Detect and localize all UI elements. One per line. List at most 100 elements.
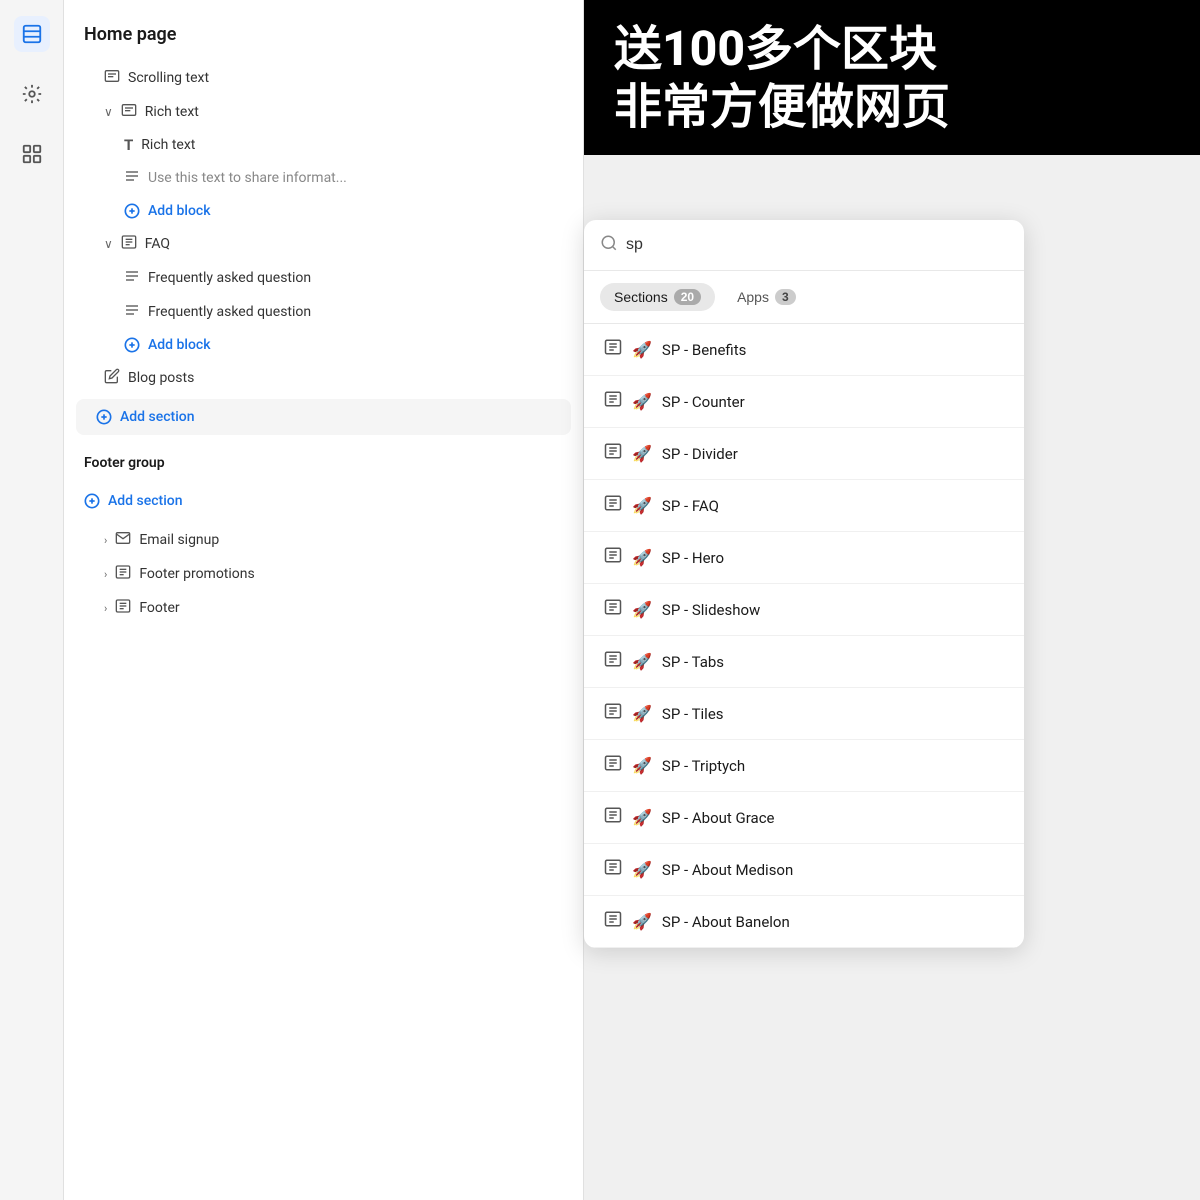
result-section-icon [604,494,622,517]
tab-apps[interactable]: Apps 3 [723,283,810,311]
add-section-home-btn[interactable]: Add section [76,399,571,435]
banner-overlay: 送100多个区块 非常方便做网页 [584,0,1200,155]
results-list: 🚀 SP - Benefits 🚀 SP - Counter 🚀 SP - Di… [584,324,1024,948]
rich-text-t-icon: T [124,136,133,154]
result-section-icon [604,858,622,881]
result-label: SP - About Banelon [662,913,790,931]
result-emoji: 🚀 [632,808,652,827]
result-label: SP - About Grace [662,809,775,827]
add-block-rich-btn[interactable]: Add block [64,195,583,227]
blog-posts-icon [104,368,120,388]
tree-item-email-signup[interactable]: › Email signup [64,523,583,557]
result-item[interactable]: 🚀 SP - About Medison [584,844,1024,896]
tree-item-blog-posts[interactable]: Blog posts [64,361,583,395]
tab-sections-badge: 20 [674,289,701,305]
tab-apps-badge: 3 [775,289,796,305]
result-section-icon [604,442,622,465]
result-emoji: 🚀 [632,444,652,463]
banner-line1: 送100多个区块 [614,20,1170,78]
footer-promotions-label: Footer promotions [139,566,254,582]
scrolling-text-icon [104,68,120,88]
result-section-icon [604,754,622,777]
result-emoji: 🚀 [632,860,652,879]
faq-chevron: ∨ [104,237,113,251]
result-section-icon [604,390,622,413]
faq-parent-icon [121,234,137,254]
tree-item-faq-q2[interactable]: Frequently asked question [64,295,583,329]
result-item[interactable]: 🚀 SP - Tabs [584,636,1024,688]
result-item[interactable]: 🚀 SP - Slideshow [584,584,1024,636]
result-label: SP - Tiles [662,705,724,723]
faq-q1-label: Frequently asked question [148,270,311,286]
add-block-faq-btn[interactable]: Add block [64,329,583,361]
rich-text-parent-label: Rich text [145,104,199,120]
result-section-icon [604,598,622,621]
page-title: Home page [64,16,583,61]
result-item[interactable]: 🚀 SP - Counter [584,376,1024,428]
email-signup-icon [115,530,131,550]
result-label: SP - About Medison [662,861,793,879]
footer-label: Footer [139,600,179,616]
search-input[interactable] [626,236,1008,254]
result-emoji: 🚀 [632,652,652,671]
result-item[interactable]: 🚀 SP - About Banelon [584,896,1024,948]
email-signup-chevron: › [104,534,107,547]
tree-item-footer[interactable]: › Footer [64,591,583,625]
footer-promotions-chevron: › [104,568,107,581]
add-section-footer-btn[interactable]: Add section [64,483,571,519]
add-block-rich-label: Add block [148,203,211,219]
tab-sections-label: Sections [614,289,668,305]
sidebar-icon-settings[interactable] [14,76,50,112]
rich-text-desc-label: Use this text to share informat... [148,170,347,186]
result-item[interactable]: 🚀 SP - Benefits [584,324,1024,376]
tree-item-rich-text-parent[interactable]: ∨ Rich text [64,95,583,129]
result-label: SP - Slideshow [662,601,760,619]
tree-item-faq-q1[interactable]: Frequently asked question [64,261,583,295]
faq-q1-icon [124,268,140,288]
sidebar-icon-layers[interactable] [14,16,50,52]
search-panel: Sections 20 Apps 3 🚀 SP - Benefits [584,220,1024,948]
result-emoji: 🚀 [632,496,652,515]
search-icon [600,234,618,256]
banner-line2: 非常方便做网页 [614,78,1170,136]
result-emoji: 🚀 [632,600,652,619]
footer-group-title: Footer group [64,439,583,479]
result-section-icon [604,338,622,361]
tree-item-scrolling-text[interactable]: Scrolling text [64,61,583,95]
left-panel: Home page Scrolling text ∨ Rich text T R… [64,0,584,1200]
add-block-faq-label: Add block [148,337,211,353]
rich-text-desc-icon [124,168,140,188]
result-emoji: 🚀 [632,392,652,411]
result-item[interactable]: 🚀 SP - Tiles [584,688,1024,740]
result-label: SP - FAQ [662,497,719,515]
result-section-icon [604,806,622,829]
sidebar-icons [0,0,64,1200]
result-section-icon [604,702,622,725]
tree-item-faq-parent[interactable]: ∨ FAQ [64,227,583,261]
tree-item-rich-text-t[interactable]: T Rich text [64,129,583,161]
result-section-icon [604,546,622,569]
result-label: SP - Divider [662,445,738,463]
sidebar-icon-apps[interactable] [14,136,50,172]
faq-parent-label: FAQ [145,236,170,252]
footer-icon [115,598,131,618]
result-section-icon [604,650,622,673]
result-item[interactable]: 🚀 SP - About Grace [584,792,1024,844]
scrolling-text-label: Scrolling text [128,70,209,86]
result-section-icon [604,910,622,933]
result-label: SP - Hero [662,549,724,567]
footer-promotions-icon [115,564,131,584]
result-item[interactable]: 🚀 SP - FAQ [584,480,1024,532]
tree-item-rich-text-desc[interactable]: Use this text to share informat... [64,161,583,195]
result-label: SP - Benefits [662,341,746,359]
search-bar [584,220,1024,271]
result-item[interactable]: 🚀 SP - Divider [584,428,1024,480]
result-item[interactable]: 🚀 SP - Triptych [584,740,1024,792]
result-item[interactable]: 🚀 SP - Hero [584,532,1024,584]
blog-posts-label: Blog posts [128,370,194,386]
result-emoji: 🚀 [632,704,652,723]
result-emoji: 🚀 [632,548,652,567]
tree-item-footer-promotions[interactable]: › Footer promotions [64,557,583,591]
tab-sections[interactable]: Sections 20 [600,283,715,311]
add-section-home-label: Add section [120,409,195,425]
